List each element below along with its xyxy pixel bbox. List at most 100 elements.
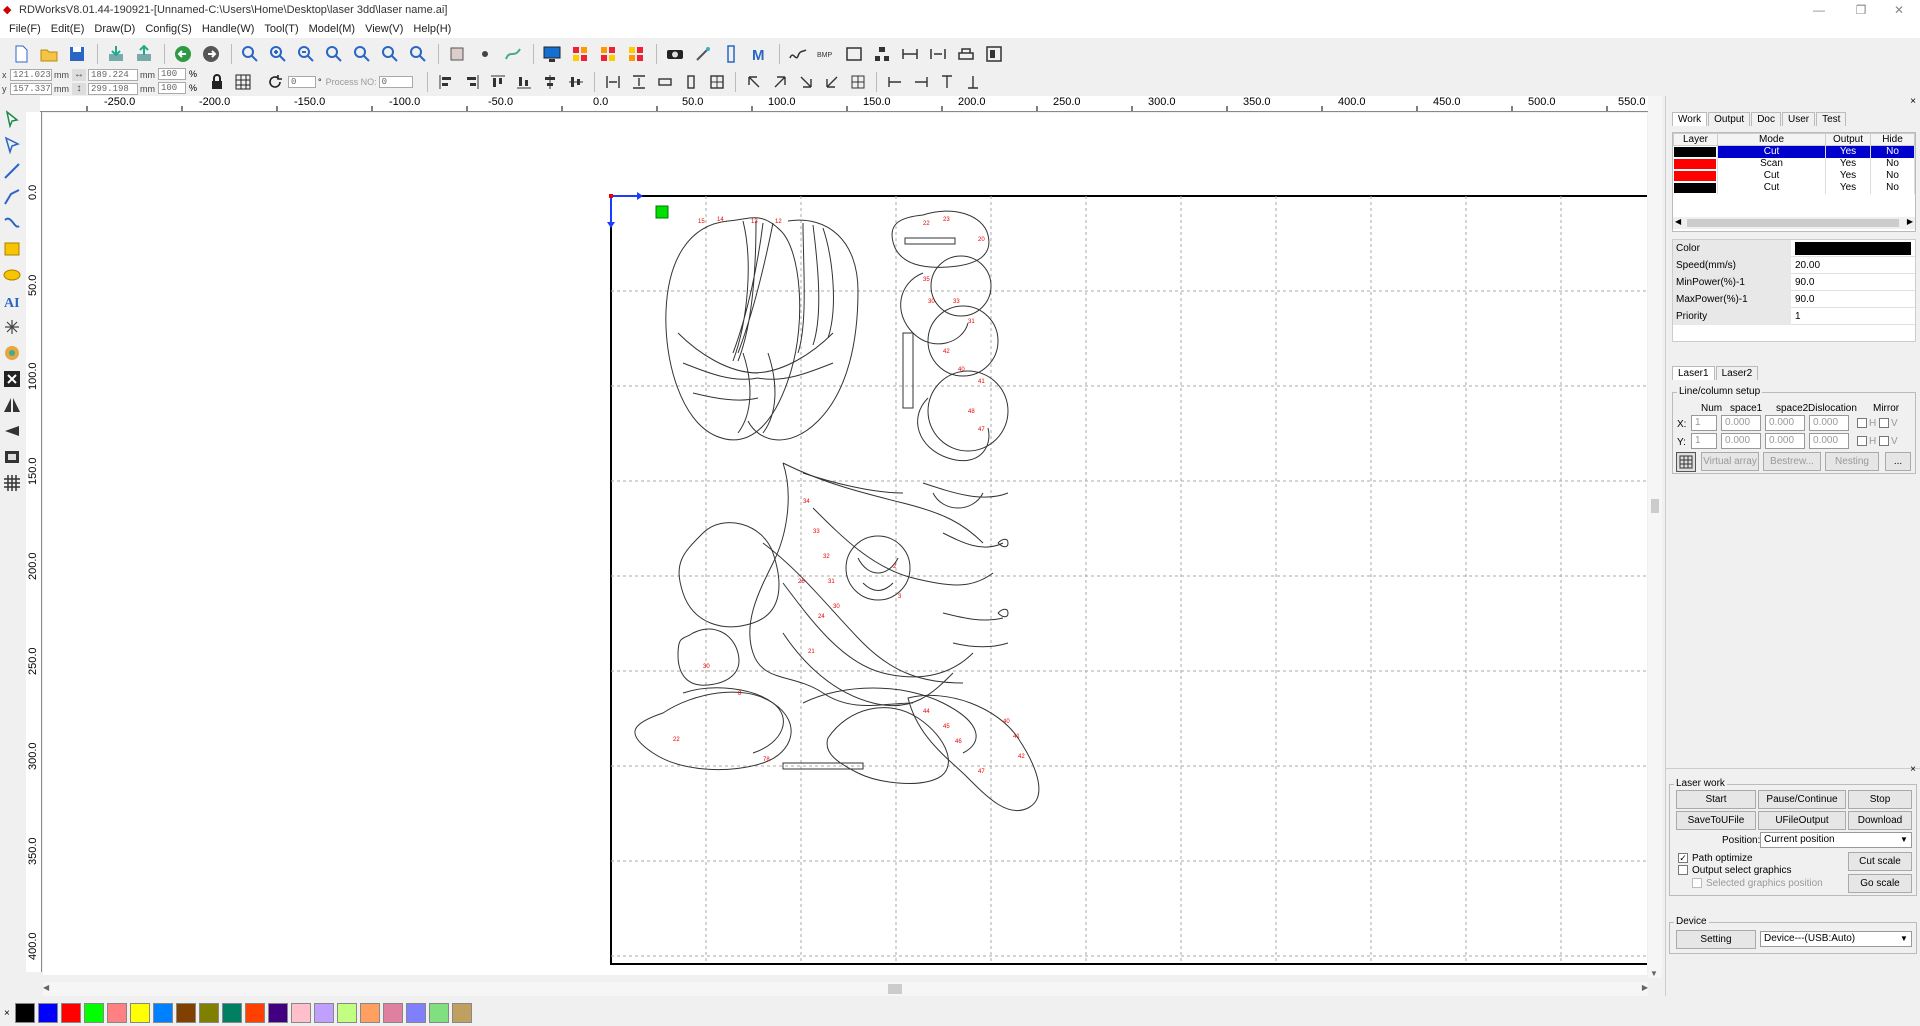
color-swatch[interactable] (382, 1003, 403, 1023)
tab-doc[interactable]: Doc (1751, 112, 1781, 126)
bottom-edge-icon[interactable] (960, 71, 986, 93)
polyline-tool-icon[interactable] (0, 184, 24, 210)
color-swatch[interactable] (152, 1003, 173, 1023)
menu-handle[interactable]: Handle(W) (197, 20, 260, 38)
color-swatch[interactable] (198, 1003, 219, 1023)
ufile-output-button[interactable]: UFileOutput (1758, 811, 1846, 830)
scale-y-field[interactable]: 100 (158, 82, 186, 94)
y-mirror-v-checkbox[interactable] (1879, 436, 1889, 446)
horizontal-scroll-thumb[interactable] (888, 984, 902, 994)
menu-config[interactable]: Config(S) (140, 20, 196, 38)
color-swatch[interactable] (428, 1003, 449, 1023)
color-swatch[interactable] (290, 1003, 311, 1023)
scroll-right-icon[interactable]: ▶ (1907, 217, 1913, 226)
camera-icon[interactable] (662, 42, 688, 66)
align-width-icon[interactable] (897, 42, 923, 66)
min-power-value[interactable]: 90.0 (1791, 277, 1814, 288)
workspace-drawing[interactable]: 15 14 13 12 22 23 20 35 30 33 31 42 40 41 48 47 34 3… (43, 113, 1647, 975)
nesting-button[interactable]: Nesting (1825, 452, 1879, 471)
stop-button[interactable]: Stop (1848, 790, 1912, 809)
zoom-in-icon[interactable] (265, 42, 291, 66)
lock-ratio-icon[interactable] (204, 71, 230, 93)
curve-tool-icon[interactable] (0, 210, 24, 236)
zoom-data-icon[interactable] (405, 42, 431, 66)
device-setting-button[interactable]: Setting (1676, 930, 1756, 949)
scroll-left-icon[interactable]: ◀ (43, 983, 49, 992)
y-space2-field[interactable]: 0.000 (1765, 433, 1805, 449)
align-top-icon[interactable] (485, 71, 511, 93)
zoom-selection-icon[interactable] (377, 42, 403, 66)
vertical-scroll-thumb[interactable] (1651, 499, 1659, 513)
tab-work[interactable]: Work (1672, 112, 1708, 126)
import-button[interactable] (103, 42, 129, 66)
color-swatch[interactable] (106, 1003, 127, 1023)
m-tool-icon[interactable]: M (746, 42, 772, 66)
select-frame-icon[interactable] (444, 42, 470, 66)
tab-output[interactable]: Output (1708, 112, 1751, 126)
output-select-checkbox[interactable] (1678, 865, 1688, 875)
grid-array-icon[interactable] (623, 42, 649, 66)
menu-edit[interactable]: Edit(E) (46, 20, 90, 38)
scroll-left-icon[interactable]: ◀ (1675, 217, 1681, 226)
bitmap-tool-icon[interactable] (0, 340, 24, 366)
zoom-pan-icon[interactable] (237, 42, 263, 66)
color-swatch[interactable] (405, 1003, 426, 1023)
position-grid-icon[interactable] (230, 71, 256, 93)
array-tool-icon[interactable] (0, 470, 24, 496)
move-top-right-icon[interactable] (767, 71, 793, 93)
menu-draw[interactable]: Draw(D) (89, 20, 140, 38)
max-power-value[interactable]: 90.0 (1791, 294, 1814, 305)
color-swatch[interactable] (336, 1003, 357, 1023)
node-edit-icon[interactable] (0, 132, 24, 158)
panel-close-icon[interactable]: × (1910, 96, 1916, 107)
align-hcenter-icon[interactable] (537, 71, 563, 93)
zoom-page-icon[interactable] (349, 42, 375, 66)
curve-smooth-icon[interactable] (785, 42, 811, 66)
align-tool-icon[interactable] (0, 444, 24, 470)
align-bottom-icon[interactable] (511, 71, 537, 93)
color-swatch[interactable] (60, 1003, 81, 1023)
color-swatch[interactable] (175, 1003, 196, 1023)
speed-value[interactable]: 20.00 (1791, 260, 1820, 271)
color-swatch[interactable] (129, 1003, 150, 1023)
bmp-icon[interactable]: BMP (813, 42, 839, 66)
y-num-field[interactable]: 1 (1691, 433, 1717, 449)
close-button[interactable]: ✕ (1876, 0, 1920, 20)
rotate-icon[interactable] (262, 71, 288, 93)
open-file-button[interactable] (36, 42, 62, 66)
align-space-icon[interactable] (925, 42, 951, 66)
x-position-field[interactable]: 121.023 (10, 68, 52, 81)
color-swatch[interactable] (313, 1003, 334, 1023)
distribute-h-icon[interactable] (600, 71, 626, 93)
same-height-icon[interactable] (678, 71, 704, 93)
move-center-icon[interactable] (845, 71, 871, 93)
tab-laser2[interactable]: Laser2 (1715, 366, 1759, 380)
selected-position-checkbox[interactable] (1692, 878, 1702, 888)
move-top-left-icon[interactable] (741, 71, 767, 93)
rectangle-tool-icon[interactable] (0, 236, 24, 262)
wand-icon[interactable] (690, 42, 716, 66)
color-swatch[interactable] (37, 1003, 58, 1023)
device-select[interactable]: Device---(USB:Auto) ▼ (1760, 931, 1912, 947)
mirror-v-icon[interactable] (0, 418, 24, 444)
align-vcenter-icon[interactable] (563, 71, 589, 93)
height-field[interactable]: 299.198 (88, 82, 138, 95)
move-bottom-left-icon[interactable] (819, 71, 845, 93)
x-mirror-v-checkbox[interactable] (1879, 418, 1889, 428)
drawing-canvas[interactable]: 15 14 13 12 22 23 20 35 30 33 31 42 40 41 48 47 34 3… (43, 113, 1647, 975)
align-right-icon[interactable] (459, 71, 485, 93)
vertical-scrollbar[interactable]: ▼ (1648, 96, 1662, 978)
color-swatch[interactable] (267, 1003, 288, 1023)
layer-row[interactable]: Scan Yes No (1673, 157, 1915, 170)
cut-scale-button[interactable]: Cut scale (1848, 852, 1912, 871)
process-number-field[interactable]: 0 (378, 76, 413, 88)
undo-button[interactable] (170, 42, 196, 66)
start-button[interactable]: Start (1676, 790, 1756, 809)
menu-tool[interactable]: Tool(T) (259, 20, 303, 38)
y-position-field[interactable]: 157.337 (10, 82, 52, 95)
more-options-button[interactable]: ... (1885, 452, 1911, 471)
scroll-down-icon[interactable]: ▼ (1650, 969, 1658, 978)
distribute-v-icon[interactable] (626, 71, 652, 93)
array-icon[interactable] (595, 42, 621, 66)
tab-test[interactable]: Test (1816, 112, 1847, 126)
